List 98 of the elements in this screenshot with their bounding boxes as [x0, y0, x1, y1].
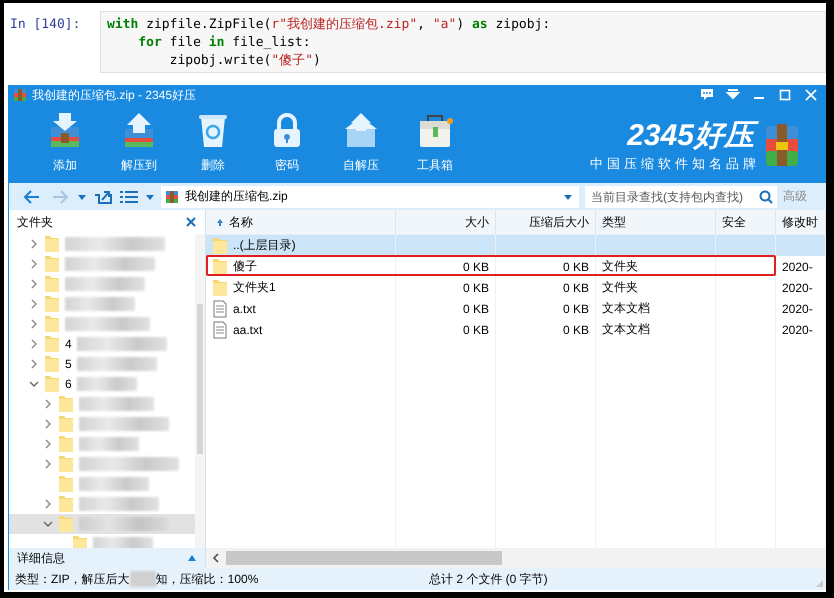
- close-icon[interactable]: [185, 216, 197, 228]
- scroll-bar[interactable]: [195, 234, 205, 548]
- blurred-label: [79, 477, 149, 491]
- archive-logo-icon: [764, 122, 800, 168]
- status-summary: 总计 2 个文件 (0 字节): [429, 570, 548, 588]
- column-header[interactable]: 大小: [396, 210, 496, 234]
- list-view-icon[interactable]: [119, 188, 139, 204]
- toolbar-button[interactable]: 解压到: [111, 105, 167, 174]
- file-row[interactable]: ..(上层目录): [206, 235, 826, 256]
- table-cell: 0 KB: [462, 280, 489, 294]
- table-cell: 0 KB: [462, 260, 489, 274]
- text-file-icon: [212, 320, 228, 338]
- status-text: 类型：ZIP，解压后大: [15, 570, 130, 588]
- table-cell: 0 KB: [462, 322, 489, 336]
- blurred-label: [79, 437, 139, 451]
- scroll-bar[interactable]: [206, 548, 826, 568]
- chevron-down-icon[interactable]: [43, 519, 53, 529]
- folder-icon: [58, 395, 74, 413]
- chevron-right-icon[interactable]: [43, 499, 53, 509]
- column-header[interactable]: 类型: [596, 210, 716, 234]
- tree-item[interactable]: 5: [9, 354, 195, 374]
- search-icon[interactable]: [759, 190, 773, 204]
- table-cell: 文件夹: [602, 279, 638, 296]
- table-cell: 2020-: [782, 280, 813, 294]
- folder-icon: [44, 255, 60, 273]
- panel-title: 文件夹: [17, 214, 53, 230]
- archive-icon: [165, 190, 179, 204]
- details-toggle[interactable]: 详细信息: [9, 548, 205, 568]
- column-header[interactable]: 安全: [716, 210, 776, 234]
- window-title: 我创建的压缩包.zip - 2345好压: [32, 86, 196, 104]
- table-cell: 文本文档: [602, 300, 650, 317]
- cell-prompt: In [140]:: [9, 16, 82, 34]
- table-cell: 傻子: [233, 258, 257, 275]
- column-header[interactable]: 修改时: [776, 210, 826, 234]
- folder-icon: [58, 515, 74, 533]
- text-file-icon: [212, 300, 228, 318]
- tree-item[interactable]: 6: [9, 374, 195, 394]
- dropdown-icon[interactable]: [726, 88, 740, 102]
- file-row[interactable]: aa.txt 0 KB 0 KB 文本文档 2020-: [206, 319, 826, 340]
- blurred-label: [65, 297, 135, 311]
- blurred-label: [76, 377, 137, 391]
- address-field[interactable]: 我创建的压缩包.zip: [161, 186, 579, 208]
- folder-icon: [44, 235, 60, 253]
- resize-grip-icon[interactable]: [816, 580, 824, 588]
- maximize-icon[interactable]: [778, 88, 792, 102]
- folder-icon: [58, 495, 74, 513]
- toolbar-button[interactable]: 添加: [37, 105, 93, 174]
- table-cell: 2020-: [782, 322, 813, 336]
- blurred-label: [93, 537, 153, 548]
- table-cell: 0 KB: [562, 280, 589, 294]
- folder-icon: [44, 275, 60, 293]
- table-cell: ..(上层目录): [233, 237, 296, 254]
- folder-icon: [44, 355, 60, 373]
- brand-slogan: 中国压缩软件知名品牌: [590, 155, 760, 173]
- folder-icon: [44, 295, 60, 313]
- column-header[interactable]: 压缩后大小: [496, 210, 596, 234]
- column-header[interactable]: 名称: [206, 210, 396, 234]
- folder-icon: [58, 415, 74, 433]
- toolbar-button[interactable]: 自解压: [333, 105, 389, 174]
- table-cell: aa.txt: [233, 322, 262, 336]
- table-cell: a.txt: [233, 302, 256, 316]
- folder-icon: [44, 375, 60, 393]
- table-cell: 文件夹1: [233, 279, 276, 296]
- tree-item[interactable]: 4: [9, 334, 195, 354]
- file-row[interactable]: a.txt 0 KB 0 KB 文本文档 2020-: [206, 298, 826, 319]
- search-field[interactable]: 当前目录查找(支持包内查找): [585, 186, 777, 208]
- folder-icon: [212, 236, 228, 254]
- table-cell: 0 KB: [562, 260, 589, 274]
- back-arrow-icon[interactable]: [23, 188, 41, 204]
- table-cell: 文件夹: [602, 258, 638, 275]
- file-row[interactable]: 文件夹1 0 KB 0 KB 文件夹 2020-: [206, 277, 826, 298]
- folder-icon: [212, 278, 228, 296]
- table-cell: 0 KB: [562, 322, 589, 336]
- table-cell: 2020-: [782, 260, 813, 274]
- chevron-down-icon[interactable]: [29, 379, 39, 389]
- blurred-text: [130, 571, 156, 587]
- address-input[interactable]: 我创建的压缩包.zip: [183, 188, 559, 204]
- code-cell[interactable]: with zipfile.ZipFile(r"我创建的压缩包.zip", "a") as zipobj: for file in file_list: zipobj.write("傻子"): [100, 11, 826, 73]
- folder-icon: [72, 535, 88, 548]
- toolbar-button[interactable]: 删除: [185, 105, 241, 174]
- folder-icon: [212, 258, 228, 276]
- folder-icon: [44, 315, 60, 333]
- archive-icon: [13, 88, 27, 102]
- toolbar-button[interactable]: 工具箱: [407, 105, 463, 174]
- table-cell: 文本文档: [602, 321, 650, 338]
- table-cell: 0 KB: [462, 302, 489, 316]
- file-row[interactable]: 傻子 0 KB 0 KB 文件夹 2020-: [206, 256, 826, 277]
- folder-icon: [58, 435, 74, 453]
- table-cell: 2020-: [782, 302, 813, 316]
- toolbar-button[interactable]: 密码: [259, 105, 315, 174]
- folder-icon: [58, 455, 74, 473]
- table-cell: 0 KB: [562, 302, 589, 316]
- folder-icon: [58, 475, 74, 493]
- folder-icon: [44, 335, 60, 353]
- speech-bubble-icon[interactable]: [700, 88, 714, 102]
- folder-up-icon[interactable]: [93, 188, 113, 204]
- status-text: 知，压缩比：100%: [156, 570, 258, 588]
- brand-logo-text: 2345好压: [627, 117, 760, 155]
